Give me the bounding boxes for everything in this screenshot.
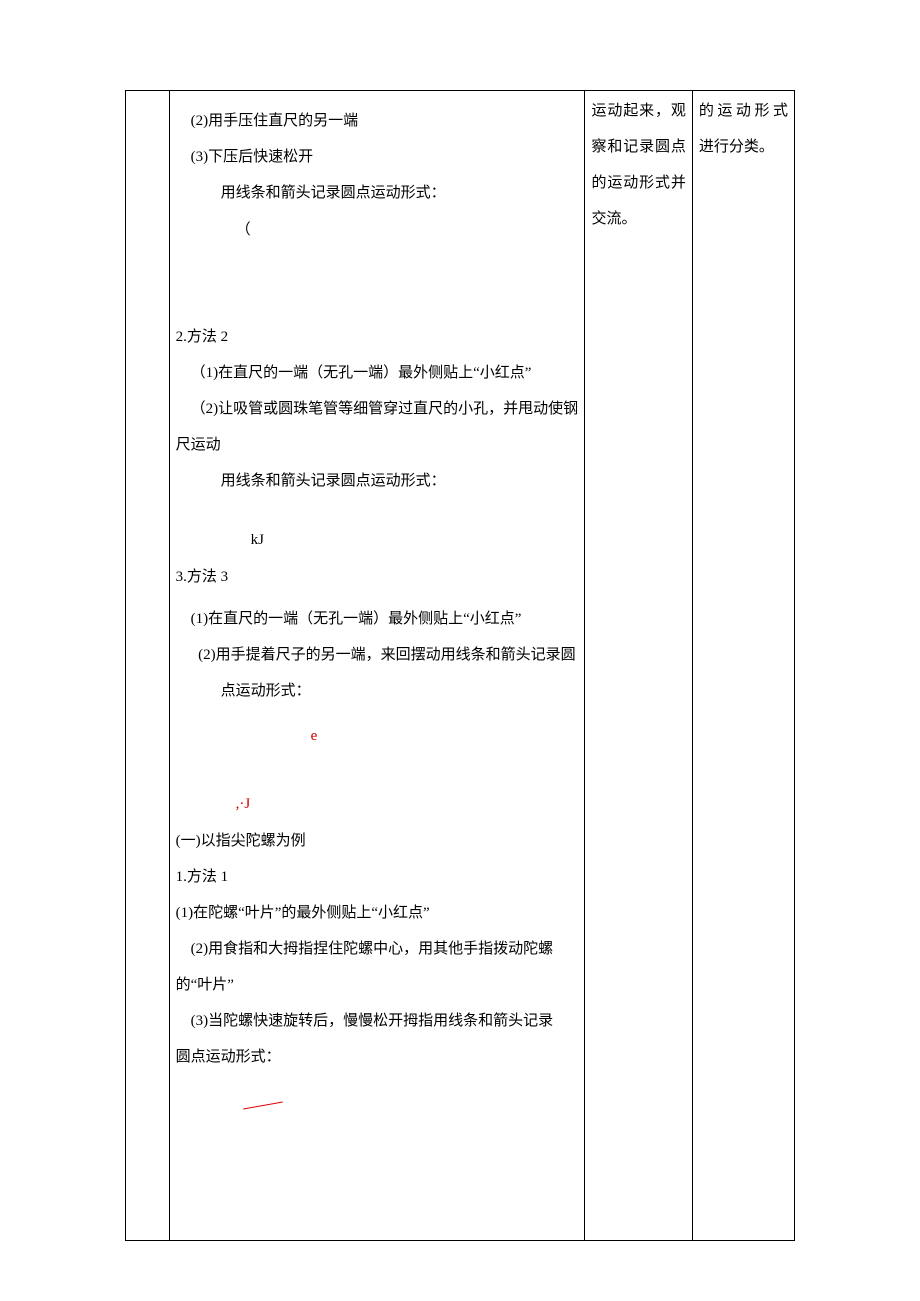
method-3-title: 3.方法 3 [176, 559, 579, 595]
motion-glyph-1: （ [176, 215, 579, 245]
slash-mark-icon [243, 1102, 283, 1110]
motion-glyph-3a: e [176, 721, 579, 751]
method-2-step-2: （2)让吸管或圆珠笔管等细管穿过直尺的小孔，并甩动使钢尺运动 [176, 391, 579, 463]
method-3-step-2: (2)用手提着尺子的另一端，来回摆动用线条和箭头记录圆点运动形式： [198, 647, 576, 699]
motion-glyph-2: kJ [176, 525, 579, 555]
method-3-step-1: (1)在直尺的一端（无孔一端）最外侧贴上“小红点” [176, 601, 579, 637]
gyro-method-1-title: 1.方法 1 [176, 859, 579, 895]
record-instruction-1: 用线条和箭头记录圆点运动形式： [176, 175, 579, 211]
gyro-m1-step-1: (1)在陀螺“叶片”的最外侧贴上“小红点” [176, 895, 579, 931]
method-2-title: 2.方法 2 [176, 319, 579, 355]
motion-glyph-3b: ,·J [176, 789, 579, 819]
step-2: (2)用手压住直尺的另一端 [176, 103, 579, 139]
column-3-observe: 运动起来，观察和记录圆点的运动形式并交流。 [585, 91, 692, 1241]
section-gyro-title: (一)以指尖陀螺为例 [176, 823, 579, 859]
col3-text: 运动起来，观察和记录圆点的运动形式并交流。 [591, 103, 685, 227]
column-1 [126, 91, 170, 1241]
record-instruction-2: 用线条和箭头记录圆点运动形式： [176, 463, 579, 499]
column-4-classify: 的运动形式进行分类。 [692, 91, 794, 1241]
layout-table: (2)用手压住直尺的另一端 (3)下压后快速松开 用线条和箭头记录圆点运动形式：… [125, 90, 795, 1241]
method-2-step-1: （1)在直尺的一端（无孔一端）最外侧贴上“小红点” [176, 355, 579, 391]
gyro-m1-step-3: (3)当陀螺快速旋转后，慢慢松开拇指用线条和箭头记录圆点运动形式： [176, 1013, 554, 1065]
col4-text: 的运动形式进行分类。 [699, 103, 788, 155]
step-3: (3)下压后快速松开 [176, 139, 579, 175]
gyro-m1-step-2: (2)用食指和大拇指捏住陀螺中心，用其他手指拨动陀螺的“叶片” [176, 931, 579, 1003]
column-2-main: (2)用手压住直尺的另一端 (3)下压后快速松开 用线条和箭头记录圆点运动形式：… [169, 91, 585, 1241]
